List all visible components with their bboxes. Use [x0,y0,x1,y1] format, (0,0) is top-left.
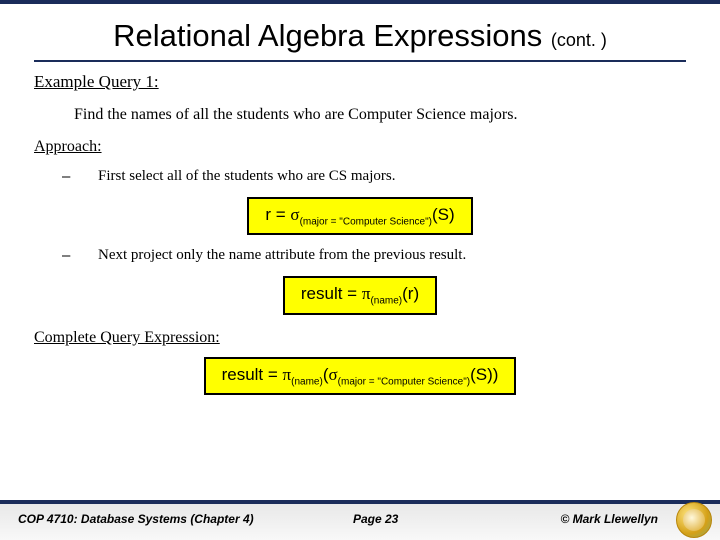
f1-sub: (major = "Computer Science") [300,216,432,227]
formula-2-wrap: result = π(name)(r) [34,276,686,314]
f3-sub2: (major = "Computer Science") [338,376,470,387]
footer: COP 4710: Database Systems (Chapter 4) P… [0,500,720,540]
f1-arg: (S) [432,205,455,224]
formula-3: result = π(name)(σ(major = "Computer Sci… [204,357,517,395]
example-label: Example Query 1: [34,72,686,92]
sigma-symbol: σ [328,365,337,384]
title-underline [34,60,686,62]
step-dash: – [62,168,98,185]
formula-1-wrap: r = σ(major = "Computer Science")(S) [34,197,686,235]
step-dash: – [62,247,98,264]
f3-arg: (S)) [470,365,498,384]
footer-copyright: © Mark Llewellyn [470,512,702,526]
footer-course: COP 4710: Database Systems (Chapter 4) [18,512,282,526]
content-area: Example Query 1: Find the names of all t… [0,72,720,395]
title-cont: (cont. ) [551,30,607,50]
formula-2: result = π(name)(r) [283,276,437,314]
pi-symbol: π [283,365,292,384]
f2-sub: (name) [370,296,402,307]
f3-lhs: result = [222,365,283,384]
top-bar [0,0,720,4]
step-text: First select all of the students who are… [98,168,686,185]
step-2: – Next project only the name attribute f… [62,247,686,264]
f2-arg: (r) [402,284,419,303]
sigma-symbol: σ [290,205,299,224]
formula-1: r = σ(major = "Computer Science")(S) [247,197,472,235]
f3-sub1: (name) [291,376,323,387]
title-main: Relational Algebra Expressions [113,18,542,53]
ucf-logo-icon [676,502,712,538]
slide-title: Relational Algebra Expressions (cont. ) [0,18,720,54]
formula-3-wrap: result = π(name)(σ(major = "Computer Sci… [34,357,686,395]
footer-page: Page 23 [282,512,470,526]
f1-lhs: r = [265,205,290,224]
approach-label: Approach: [34,138,686,156]
f2-lhs: result = [301,284,362,303]
query-text: Find the names of all the students who a… [74,106,686,124]
complete-label: Complete Query Expression: [34,329,686,347]
step-1: – First select all of the students who a… [62,168,686,185]
step-text: Next project only the name attribute fro… [98,247,686,264]
